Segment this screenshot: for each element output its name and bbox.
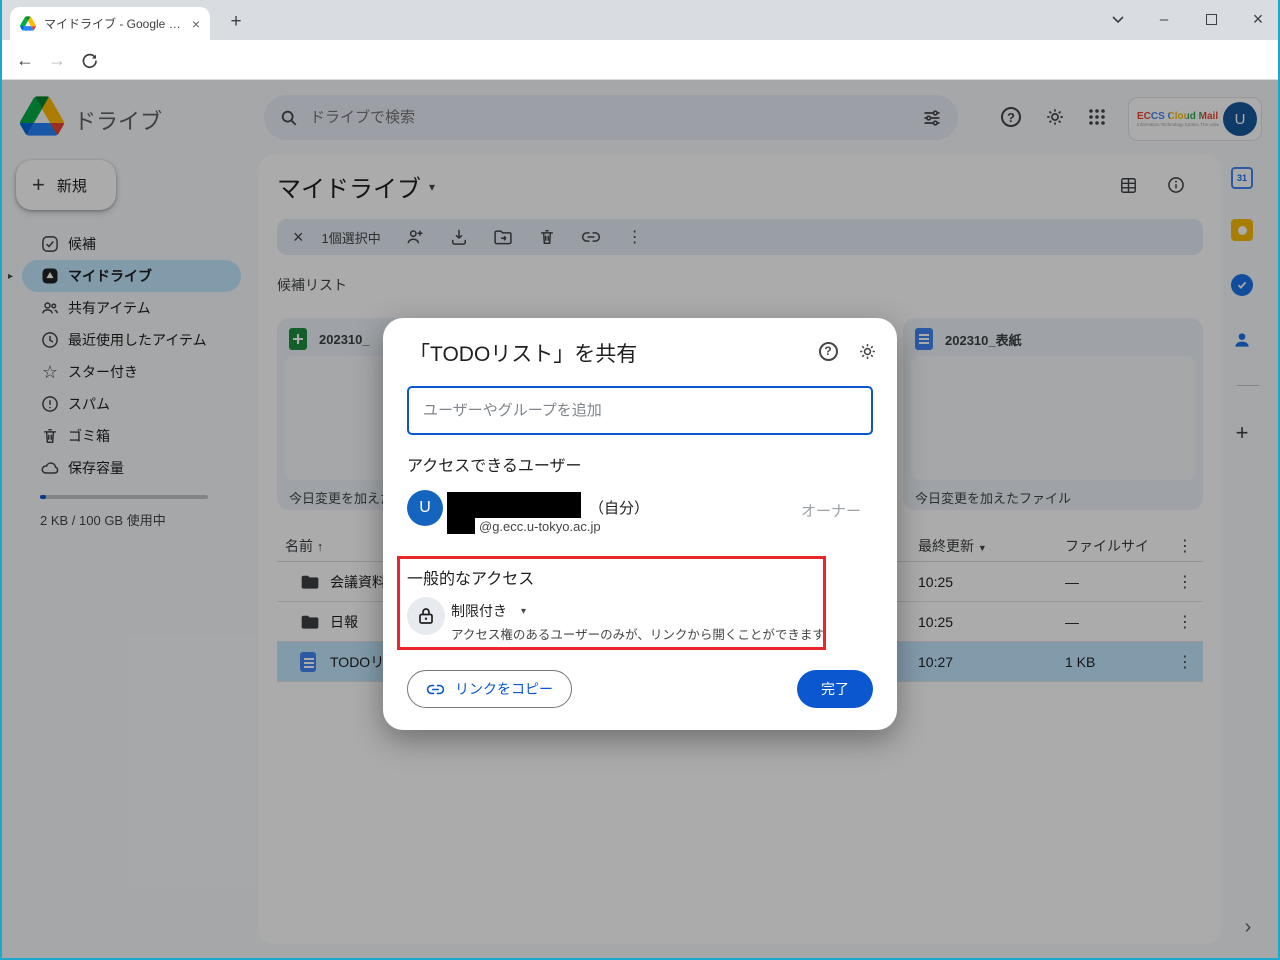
tab-close-icon[interactable]: × (192, 16, 200, 32)
new-tab-button[interactable]: + (222, 8, 250, 36)
done-button[interactable]: 完了 (797, 670, 873, 708)
tab-title: マイドライブ - Google ドライブ (44, 15, 184, 32)
dialog-settings-gear-icon[interactable] (855, 339, 879, 363)
dialog-title: 「TODOリスト」を共有 (409, 338, 637, 368)
add-people-input[interactable] (407, 386, 873, 435)
tab-search-chevron-icon[interactable] (1096, 0, 1140, 38)
screen-border-left (0, 0, 2, 960)
browser-tab[interactable]: マイドライブ - Google ドライブ × (10, 7, 210, 40)
owner-avatar: U (407, 490, 443, 526)
owner-email-domain: @g.ecc.u-tokyo.ac.jp (479, 519, 601, 534)
annotation-red-box (397, 556, 826, 650)
drive-app: ドライブ ? ECCS Cloud Mail Information Techn… (0, 80, 1280, 958)
forward-button[interactable]: → (42, 45, 72, 75)
browser-window: マイドライブ - Google ドライブ × + – × ← → drive.g… (0, 0, 1280, 960)
link-icon (426, 680, 445, 699)
browser-toolbar: ← → drive.google.com/drive/my-drive ☆ U … (0, 40, 1280, 80)
back-button[interactable]: ← (10, 45, 40, 75)
share-dialog: 「TODOリスト」を共有 ? アクセスできるユーザー U （自分） @g.ecc… (383, 318, 897, 730)
redacted-email-prefix (447, 518, 475, 534)
reload-button[interactable] (74, 45, 104, 75)
window-minimize-button[interactable]: – (1142, 0, 1186, 38)
redacted-owner-name (447, 492, 581, 518)
window-maximize-button[interactable] (1189, 0, 1233, 38)
copy-link-button[interactable]: リンクをコピー (407, 670, 572, 708)
drive-favicon (20, 16, 36, 31)
browser-tab-bar: マイドライブ - Google ドライブ × + – × (0, 0, 1280, 40)
owner-self-label: （自分） (589, 497, 649, 518)
owner-role-label: オーナー (801, 500, 861, 521)
access-users-heading: アクセスできるユーザー (407, 452, 582, 476)
window-close-button[interactable]: × (1236, 0, 1280, 38)
dialog-help-icon[interactable]: ? (816, 339, 840, 363)
